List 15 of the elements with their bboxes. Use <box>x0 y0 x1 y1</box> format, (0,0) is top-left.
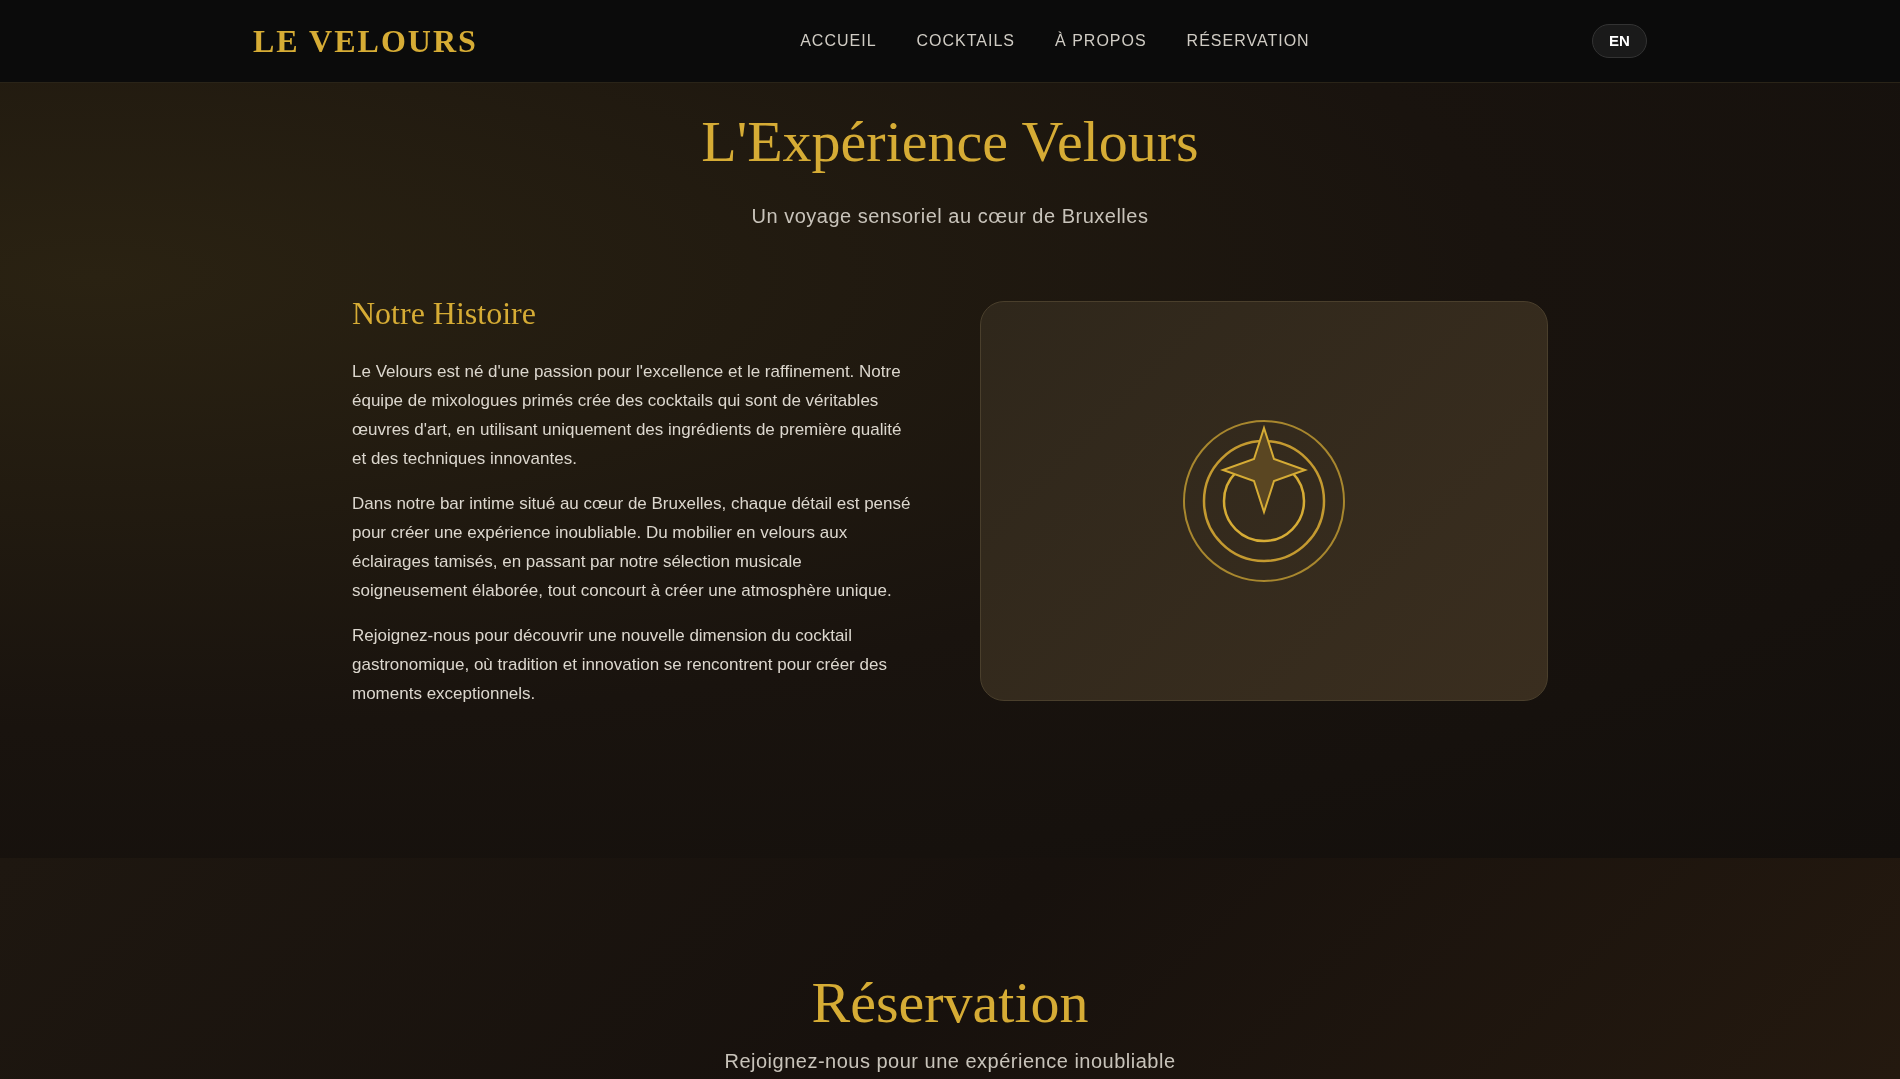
story-title: Notre Histoire <box>352 294 537 333</box>
star-emblem-icon <box>1182 419 1346 583</box>
section-subtitle: Rejoignez-nous pour une expérience inoubliable <box>724 1049 1176 1074</box>
nav-link[interactable]: COCKTAILS <box>916 29 1016 53</box>
story-paragraph: Le Velours est né d'une passion pour l'excellence et le raffinement. Notre équipe de mixologues primés crée des cocktails qui sont de véritables œuvres d'art, en utilisant uniquement des ingrédients de première qualité et des techniques innovantes. <box>352 361 903 470</box>
nav-link[interactable]: RÉSERVATION <box>1186 29 1310 53</box>
section-title: Réservation <box>811 969 1089 1037</box>
language-button[interactable]: EN <box>1592 24 1647 58</box>
site-logo[interactable]: LE VELOURS <box>253 17 478 65</box>
story-paragraph: Dans notre bar intime situé au cœur de Bruxelles, chaque détail est pensé pour créer une expérience inoubliable. Du mobilier en velours aux éclairages tamisés, en passant par notre sélection musicale soigneusement élaborée, tout concourt à créer une atmosphère unique. <box>352 493 912 602</box>
story-paragraph: Rejoignez-nous pour découvrir une nouvelle dimension du cocktail gastronomique, où tradition et innovation se rencontrent pour créer des moments exceptionnels. <box>352 625 888 705</box>
nav-link[interactable]: À PROPOS <box>1055 29 1147 53</box>
section-title: L'Expérience Velours <box>701 108 1199 176</box>
nav-link[interactable]: ACCUEIL <box>800 29 877 53</box>
section-subtitle: Un voyage sensoriel au cœur de Bruxelles <box>751 204 1149 229</box>
